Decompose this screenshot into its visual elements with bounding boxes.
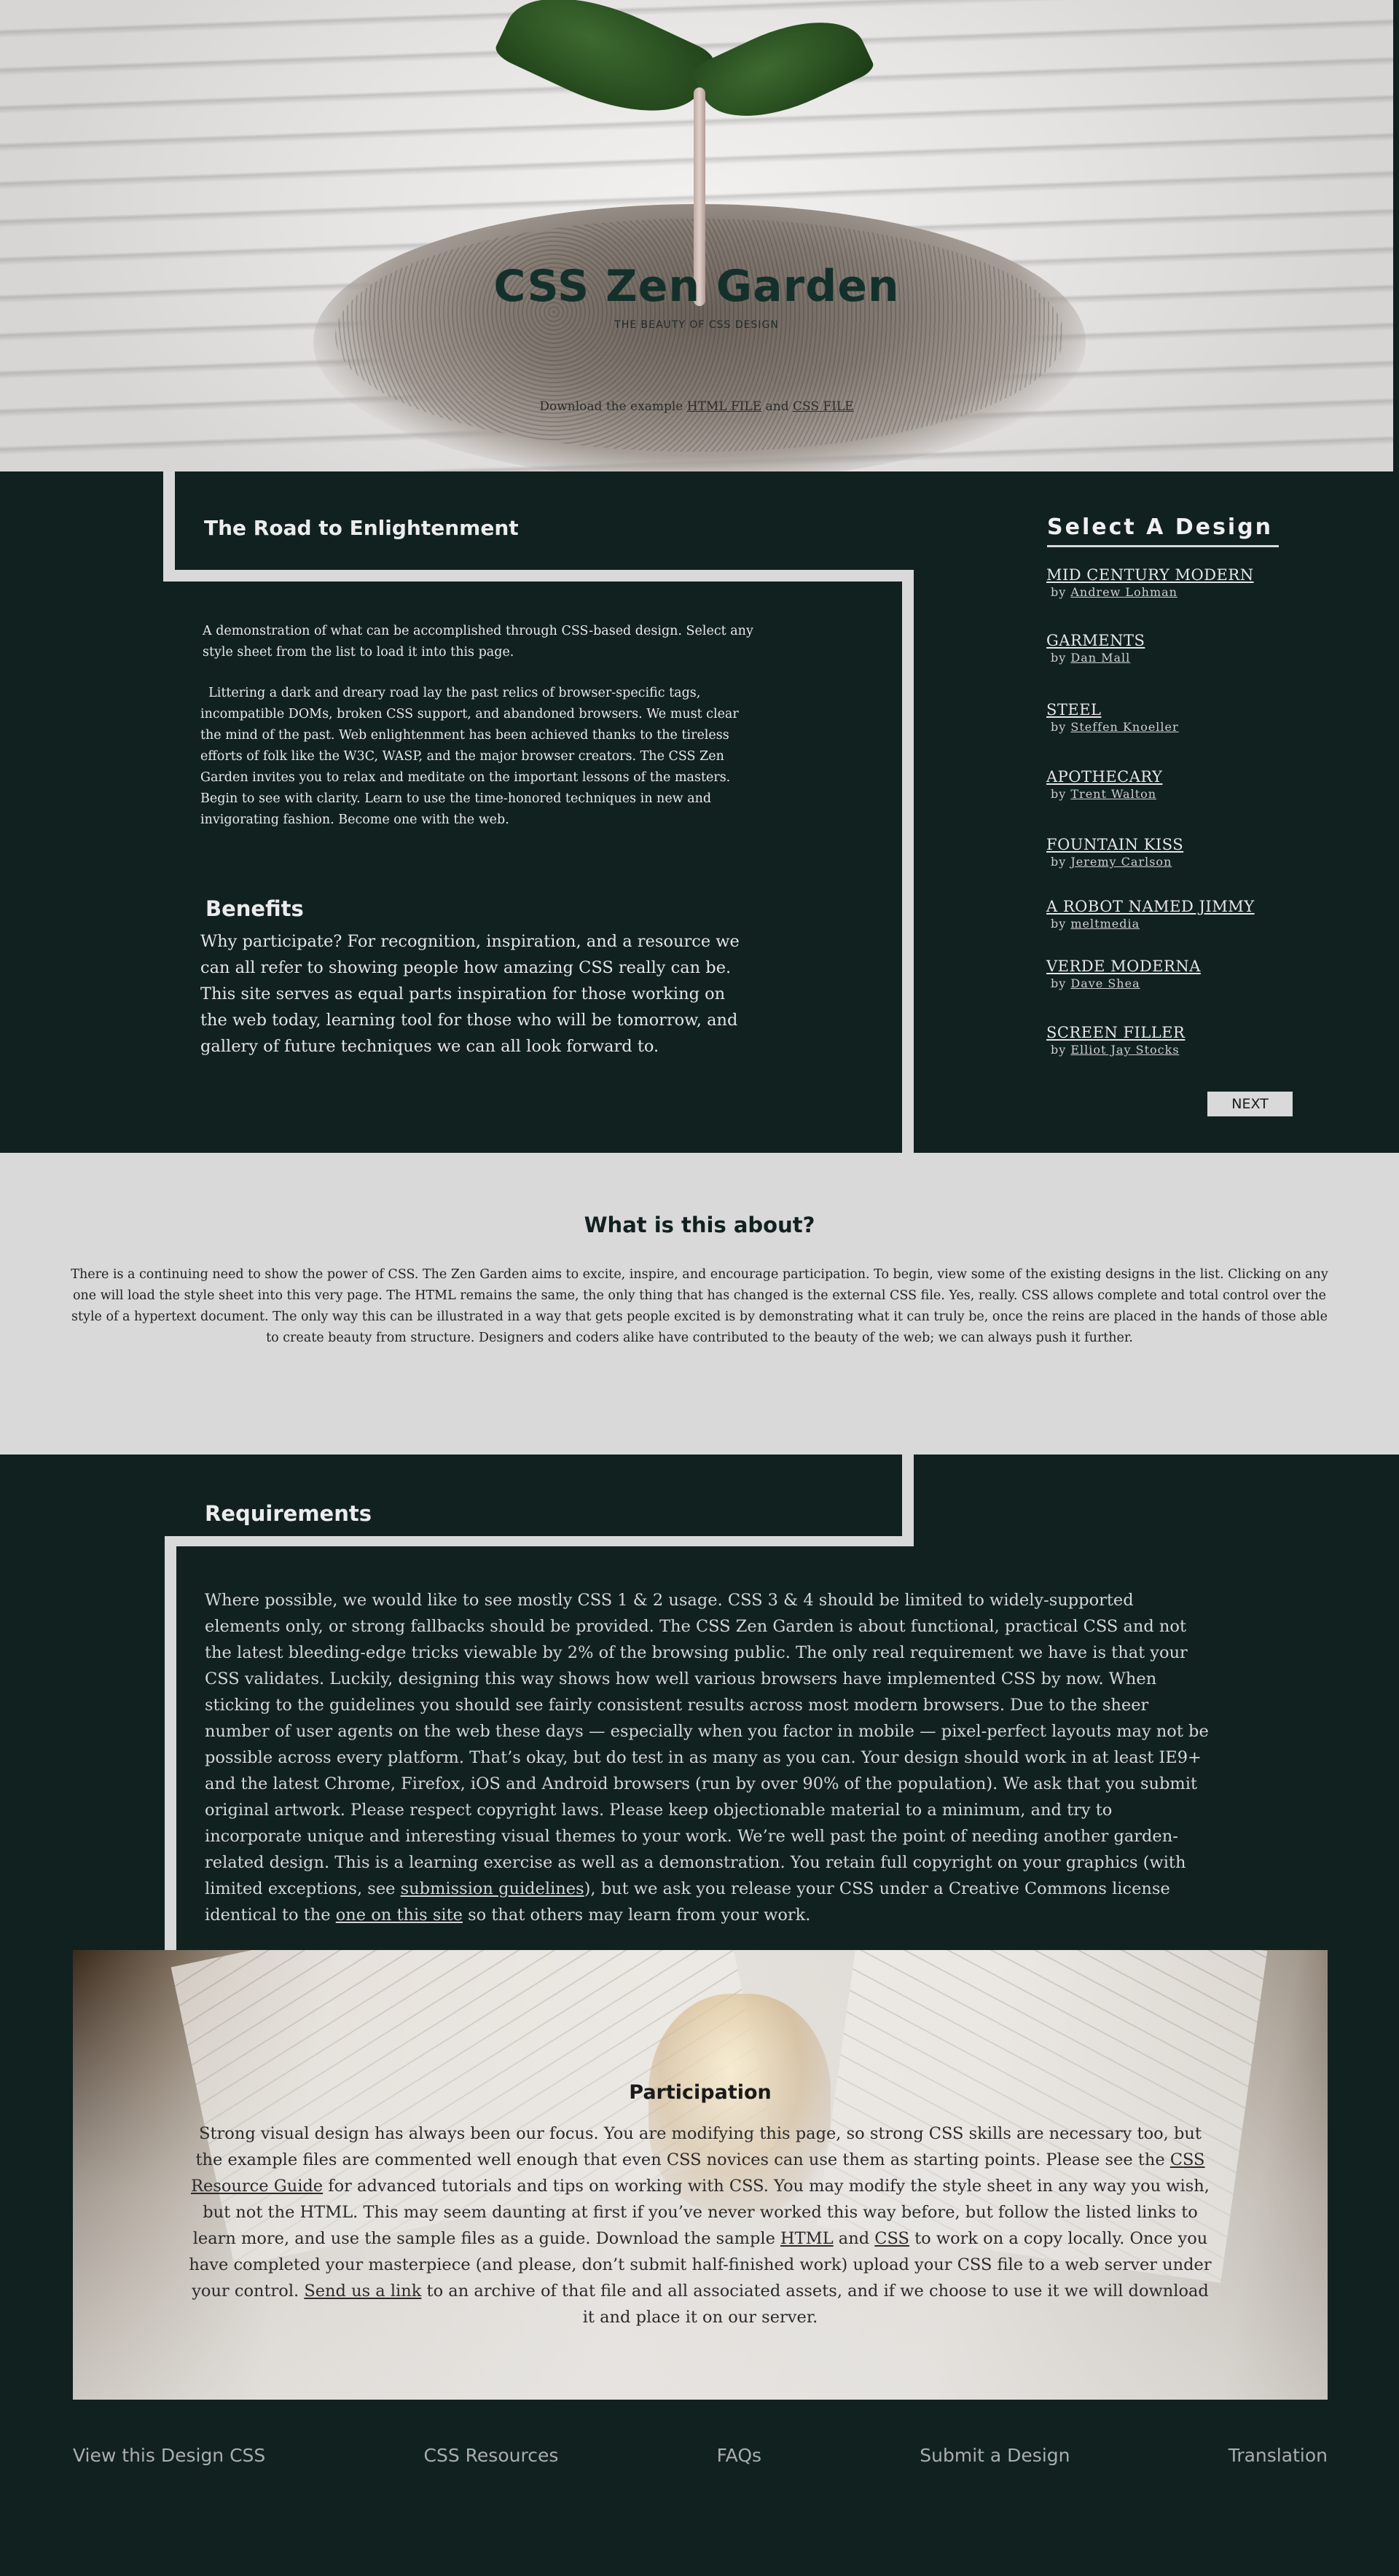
design-link[interactable]: A ROBOT NAMED JIMMY: [1046, 898, 1323, 915]
design-link[interactable]: SCREEN FILLER: [1046, 1024, 1323, 1041]
participation-title: Participation: [629, 2081, 772, 2104]
explanation-title: What is this about?: [584, 1213, 815, 1237]
submission-guidelines-link[interactable]: submission guidelines: [401, 1879, 584, 1898]
preamble-paragraph-text: Littering a dark and dreary road lay the…: [200, 686, 739, 827]
sample-css-link[interactable]: CSS: [874, 2229, 909, 2248]
by-label: by: [1051, 651, 1071, 665]
participation-text: Strong visual design has always been our…: [195, 2124, 1202, 2169]
frame-border: [902, 1455, 914, 1546]
footer-link-css-resources[interactable]: CSS Resources: [424, 2445, 559, 2474]
explanation-paragraph: There is a continuing need to show the p…: [71, 1267, 1328, 1345]
by-label: by: [1051, 787, 1071, 801]
benefits-title: Benefits: [205, 896, 304, 921]
design-author: by Trent Walton: [1051, 787, 1323, 801]
by-label: by: [1051, 1043, 1071, 1057]
design-link[interactable]: FOUNTAIN KISS: [1046, 836, 1323, 853]
author-link[interactable]: Elliot Jay Stocks: [1070, 1043, 1179, 1057]
by-label: by: [1051, 720, 1071, 734]
design-item: GARMENTS by Dan Mall: [1046, 632, 1323, 665]
participation-text: to an archive of that file and all assoc…: [421, 2282, 1209, 2327]
next-designs-button[interactable]: NEXT: [1207, 1092, 1293, 1116]
frame-border: [163, 471, 175, 581]
by-label: by: [1051, 585, 1071, 599]
design-author: by Andrew Lohman: [1051, 585, 1323, 599]
requirements-title: Requirements: [205, 1501, 372, 1526]
design-item: SCREEN FILLER by Elliot Jay Stocks: [1046, 1024, 1323, 1057]
author-link[interactable]: Dave Shea: [1070, 976, 1140, 990]
design-item: FOUNTAIN KISS by Jeremy Carlson: [1046, 836, 1323, 869]
requirements-text: Where possible, we would like to see mos…: [205, 1591, 1209, 1898]
author-link[interactable]: Jeremy Carlson: [1070, 855, 1172, 869]
design-item: VERDE MODERNA by Dave Shea: [1046, 958, 1323, 990]
design-link[interactable]: GARMENTS: [1046, 632, 1323, 649]
requirements-text: so that others may learn from your work.: [462, 1906, 811, 1925]
design-author: by Jeremy Carlson: [1051, 855, 1323, 869]
frame-border: [165, 1536, 176, 1951]
send-link-link[interactable]: Send us a link: [304, 2282, 421, 2301]
site-subtitle: THE BEAUTY OF CSS DESIGN: [614, 319, 779, 331]
author-link[interactable]: Steffen Knoeller: [1070, 720, 1178, 734]
footer-link-faqs[interactable]: FAQs: [717, 2445, 761, 2474]
benefits-paragraph: Why participate? For recognition, inspir…: [200, 932, 740, 1056]
select-design-underline: [1047, 545, 1279, 547]
download-and: and: [761, 399, 793, 414]
css-file-link[interactable]: CSS FILE: [793, 399, 854, 414]
author-link[interactable]: Andrew Lohman: [1070, 585, 1177, 599]
design-link[interactable]: VERDE MODERNA: [1046, 958, 1323, 975]
preamble-paragraph: A demonstration of what can be accomplis…: [203, 624, 753, 659]
design-item: MID CENTURY MODERN by Andrew Lohman: [1046, 566, 1323, 599]
author-link[interactable]: Dan Mall: [1070, 651, 1130, 665]
by-label: by: [1051, 855, 1071, 869]
select-design-title: Select A Design: [1047, 514, 1274, 540]
sample-html-link[interactable]: HTML: [780, 2229, 834, 2248]
site-title: CSS Zen Garden: [493, 261, 900, 312]
author-link[interactable]: meltmedia: [1070, 917, 1140, 931]
frame-border: [165, 1536, 914, 1546]
design-item: APOTHECARY by Trent Walton: [1046, 768, 1323, 801]
design-author: by Dan Mall: [1051, 651, 1323, 665]
requirements-paragraph: Where possible, we would like to see mos…: [205, 1587, 1210, 1928]
design-link[interactable]: STEEL: [1046, 701, 1323, 719]
preamble-paragraph: Littering a dark and dreary road lay the…: [200, 683, 754, 831]
download-line: Download the example HTML FILE and CSS F…: [0, 399, 1393, 414]
footer-nav: View this Design CSS CSS Resources FAQs …: [73, 2445, 1328, 2474]
footer-link-view-css[interactable]: View this Design CSS: [73, 2445, 265, 2474]
design-item: STEEL by Steffen Knoeller: [1046, 701, 1323, 734]
design-author: by Elliot Jay Stocks: [1051, 1043, 1323, 1057]
design-author: by Dave Shea: [1051, 976, 1323, 990]
by-label: by: [1051, 976, 1071, 990]
frame-border: [163, 570, 914, 582]
preamble-title: The Road to Enlightenment: [204, 516, 519, 540]
author-link[interactable]: Trent Walton: [1070, 787, 1156, 801]
design-author: by Steffen Knoeller: [1051, 720, 1323, 734]
by-label: by: [1051, 917, 1071, 931]
design-author: by meltmedia: [1051, 917, 1323, 931]
footer-link-submit-design[interactable]: Submit a Design: [920, 2445, 1070, 2474]
html-file-link[interactable]: HTML FILE: [687, 399, 761, 414]
participation-paragraph: Strong visual design has always been our…: [186, 2121, 1215, 2330]
download-prefix: Download the example: [539, 399, 687, 414]
license-link[interactable]: one on this site: [336, 1906, 463, 1925]
design-link[interactable]: APOTHECARY: [1046, 768, 1323, 786]
footer-link-translation[interactable]: Translation: [1228, 2445, 1328, 2474]
design-link[interactable]: MID CENTURY MODERN: [1046, 566, 1323, 584]
frame-border: [902, 570, 914, 1153]
participation-text: and: [833, 2229, 875, 2248]
design-item: A ROBOT NAMED JIMMY by meltmedia: [1046, 898, 1323, 931]
